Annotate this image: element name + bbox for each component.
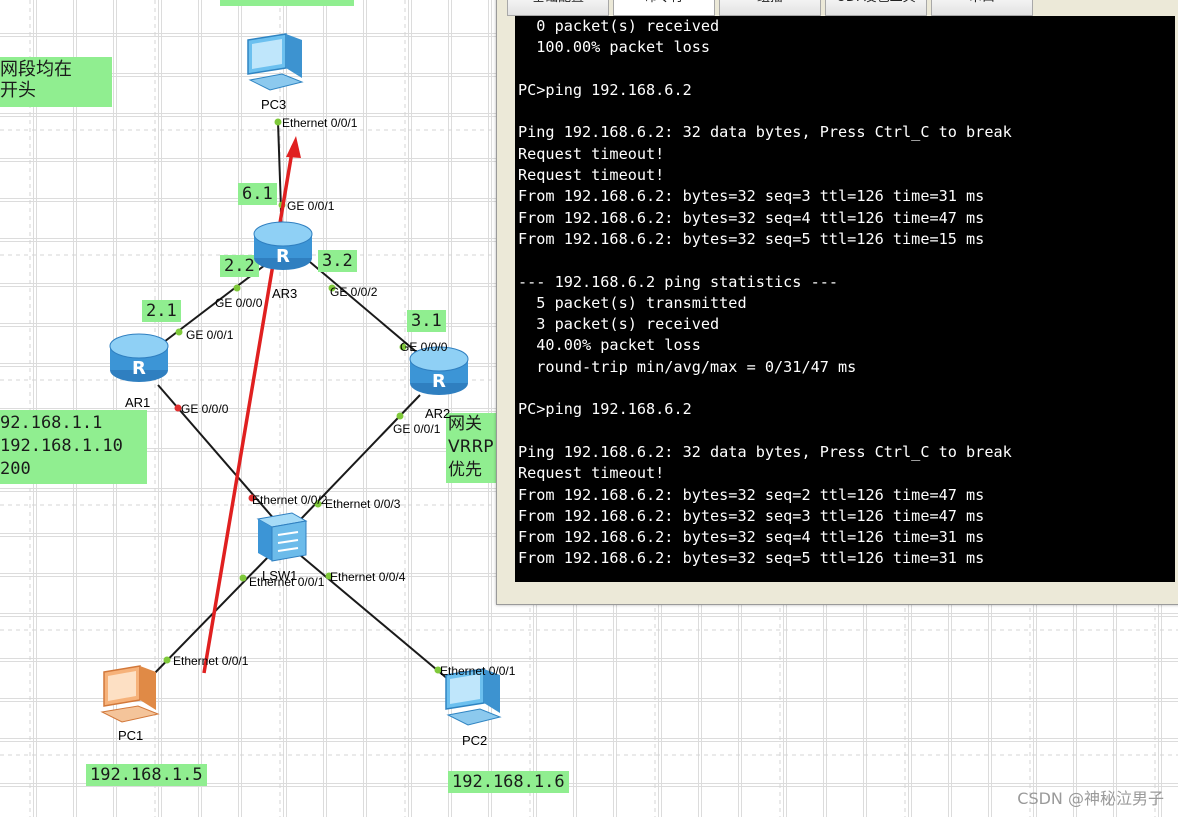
terminal-line: 5 packet(s) transmitted xyxy=(518,293,747,312)
terminal-line: round-trip min/avg/max = 0/31/47 ms xyxy=(518,357,857,376)
device-label-pc2: PC2 xyxy=(462,733,488,748)
svg-text:R: R xyxy=(432,371,446,392)
router-icon[interactable]: R xyxy=(108,330,170,386)
ip-label: 3.1 xyxy=(407,310,446,332)
port-label: GE 0/0/0 xyxy=(215,296,263,310)
terminal-line: --- 192.168.6.2 ping statistics --- xyxy=(518,272,839,291)
ip-label-pc1: 192.168.1.5 xyxy=(86,764,207,786)
port-label: Ethernet 0/0/3 xyxy=(325,497,401,511)
pc-icon[interactable] xyxy=(96,660,166,726)
tab-serial[interactable]: 串口 xyxy=(931,0,1033,16)
pc-icon[interactable] xyxy=(242,30,308,96)
port-label: Ethernet 0/0/4 xyxy=(330,570,406,584)
command-terminal[interactable]: 0 packet(s) received 100.00% packet loss… xyxy=(515,16,1175,582)
port-label: GE 0/0/1 xyxy=(287,199,335,213)
tab-multicast[interactable]: 组播 xyxy=(719,0,821,16)
ip-label-pc2: 192.168.1.6 xyxy=(448,771,569,793)
tab-command-line[interactable]: 命令行 xyxy=(613,0,715,16)
terminal-line: 0 packet(s) received xyxy=(518,17,720,35)
terminal-line: Request timeout! xyxy=(518,144,665,163)
port-dot xyxy=(239,574,247,582)
note-ar2-line3: 优先 xyxy=(448,460,482,480)
terminal-line: From 192.168.6.2: bytes=32 seq=4 ttl=126… xyxy=(518,208,985,227)
note-left-line1: 网段均在 xyxy=(0,59,72,80)
terminal-line: PC>ping 192.168.6.2 xyxy=(518,80,692,99)
note-ar1-line3: 200 xyxy=(0,459,31,479)
note-left: 网段均在 开头 xyxy=(0,57,112,107)
red-arrow-head xyxy=(286,136,301,158)
port-label: Ethernet 0/0/1 xyxy=(440,664,516,678)
port-dot xyxy=(175,328,183,336)
terminal-line: Request timeout! xyxy=(518,464,665,483)
pc-config-window[interactable]: 基础配置 命令行 组播 UDP发包工具 串口 0 packet(s) recei… xyxy=(496,0,1178,605)
terminal-line: 3 packet(s) received xyxy=(518,315,720,334)
device-label-pc3: PC3 xyxy=(261,97,287,112)
watermark: CSDN @神秘泣男子 xyxy=(1017,789,1164,808)
terminal-line: Ping 192.168.6.2: 32 data bytes, Press C… xyxy=(518,442,1012,461)
window-tabs: 基础配置 命令行 组播 UDP发包工具 串口 xyxy=(507,0,1033,16)
terminal-line: From 192.168.6.2: bytes=32 seq=5 ttl=126… xyxy=(518,229,985,248)
port-dot xyxy=(396,412,404,420)
terminal-line: PC>ping 192.168.6.2 xyxy=(518,400,692,419)
note-ar2-line2: VRRP xyxy=(448,437,494,457)
ip-label: 3.2 xyxy=(318,250,357,272)
tab-basic-config[interactable]: 基础配置 xyxy=(507,0,609,16)
note-ar2: 网关 VRRP 优先 xyxy=(446,413,500,483)
note-ar2-line1: 网关 xyxy=(448,414,482,434)
port-label: GE 0/0/2 xyxy=(330,285,378,299)
svg-text:R: R xyxy=(132,358,146,379)
port-label: Ethernet 0/0/2 xyxy=(252,493,328,507)
svg-text:R: R xyxy=(276,246,290,267)
port-label: Ethernet 0/0/1 xyxy=(173,654,249,668)
note-left-line2: 开头 xyxy=(0,80,36,101)
port-label: GE 0/0/1 xyxy=(186,328,234,342)
switch-icon[interactable] xyxy=(252,505,312,565)
device-label-pc1: PC1 xyxy=(118,728,144,743)
terminal-line: Ping 192.168.6.2: 32 data bytes, Press C… xyxy=(518,123,1012,142)
terminal-line: From 192.168.6.2: bytes=32 seq=3 ttl=126… xyxy=(518,506,985,525)
terminal-line: From 192.168.6.2: bytes=32 seq=4 ttl=126… xyxy=(518,528,985,547)
note-ar1: 92.168.1.1 192.168.1.10 200 xyxy=(0,410,147,484)
top-label xyxy=(220,0,354,6)
ip-label: 2.1 xyxy=(142,300,181,322)
terminal-line: From 192.168.6.2: bytes=32 seq=3 ttl=126… xyxy=(518,187,985,206)
port-label: GE 0/0/0 xyxy=(181,402,229,416)
terminal-line: From 192.168.6.2: bytes=32 seq=2 ttl=126… xyxy=(518,485,985,504)
port-label: GE 0/0/0 xyxy=(400,340,448,354)
note-ar1-line1: 92.168.1.1 xyxy=(0,413,103,433)
terminal-line: 100.00% packet loss xyxy=(518,38,711,57)
note-ar1-line2: 192.168.1.10 xyxy=(0,436,123,456)
port-label: Ethernet 0/0/1 xyxy=(249,575,325,589)
port-dot xyxy=(274,118,282,126)
port-dot xyxy=(233,284,241,292)
terminal-line: Request timeout! xyxy=(518,166,665,185)
port-label: GE 0/0/1 xyxy=(393,422,441,436)
router-icon[interactable]: R xyxy=(252,218,314,274)
tab-udp-tool[interactable]: UDP发包工具 xyxy=(825,0,927,16)
port-label: Ethernet 0/0/1 xyxy=(282,116,358,130)
terminal-line: From 192.168.6.2: bytes=32 seq=5 ttl=126… xyxy=(518,549,985,568)
terminal-line: 40.00% packet loss xyxy=(518,336,701,355)
ip-label: 6.1 xyxy=(238,183,277,205)
device-label-ar1: AR1 xyxy=(125,395,151,410)
device-label-ar2: AR2 xyxy=(425,406,451,421)
device-label-ar3: AR3 xyxy=(272,286,298,301)
